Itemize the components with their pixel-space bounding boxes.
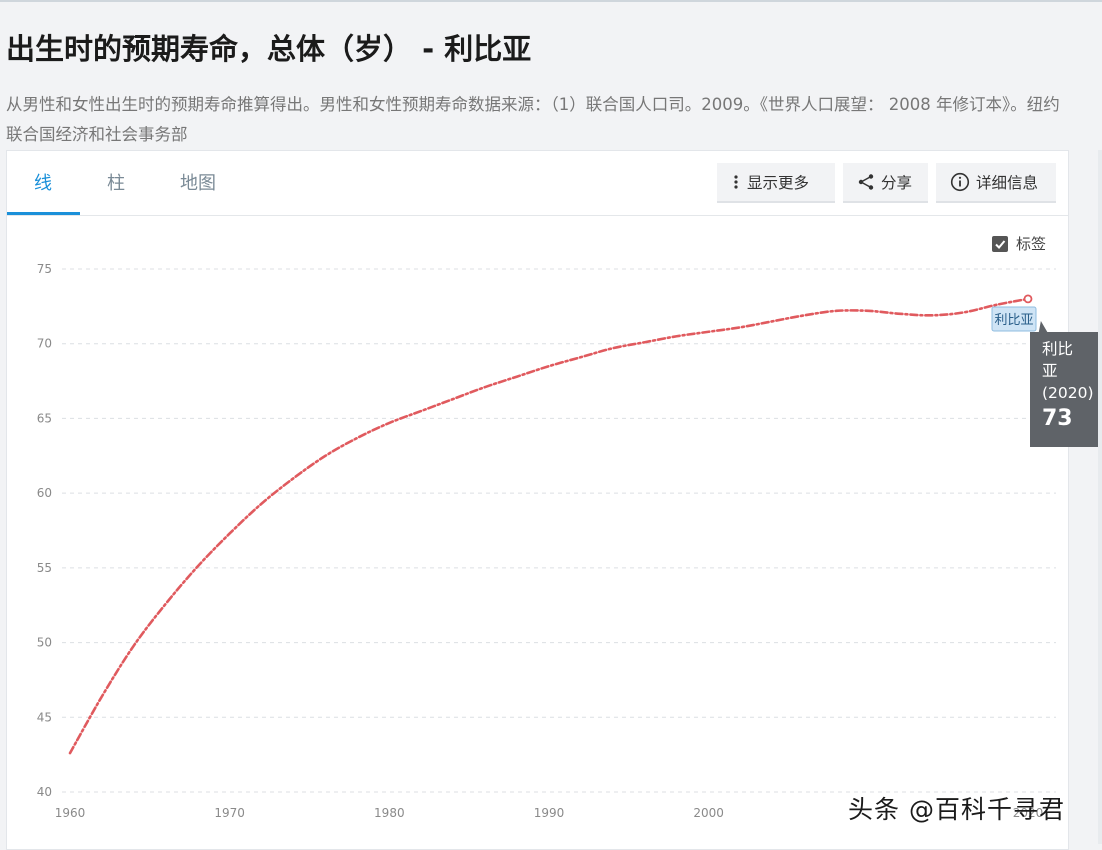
last-point-marker bbox=[1023, 294, 1033, 304]
y-tick-label: 40 bbox=[37, 785, 52, 799]
series-label: 利比亚 bbox=[994, 313, 1033, 328]
x-tick-label: 1990 bbox=[534, 806, 565, 820]
watermark: 头条 @百科千寻君 bbox=[848, 795, 1065, 824]
right-scroll-edge bbox=[1098, 150, 1102, 844]
y-tick-label: 50 bbox=[37, 636, 52, 650]
x-tick-label: 1960 bbox=[55, 806, 86, 820]
y-tick-label: 70 bbox=[37, 337, 52, 351]
line-chart: 40455055606570751960 1970 1980 1990 2000 2020… bbox=[37, 262, 1056, 820]
x-tick-label: 1970 bbox=[214, 806, 245, 820]
tooltip-series-line2: 亚 bbox=[1042, 362, 1058, 380]
x-tick-label: 2000 bbox=[693, 806, 724, 820]
tooltip-series-line1: 利比 bbox=[1042, 340, 1074, 358]
y-tick-label: 55 bbox=[37, 561, 52, 575]
tooltip-year: (2020) bbox=[1042, 384, 1094, 402]
x-tick-label: 1980 bbox=[374, 806, 405, 820]
y-tick-label: 65 bbox=[37, 411, 52, 425]
tooltip-value: 73 bbox=[1042, 406, 1073, 431]
series-line bbox=[68, 297, 1030, 755]
y-tick-label: 45 bbox=[37, 710, 52, 724]
y-tick-label: 75 bbox=[37, 262, 52, 276]
data-tooltip: 利比 亚 (2020) 73 bbox=[1030, 332, 1102, 447]
y-tick-label: 60 bbox=[37, 486, 52, 500]
